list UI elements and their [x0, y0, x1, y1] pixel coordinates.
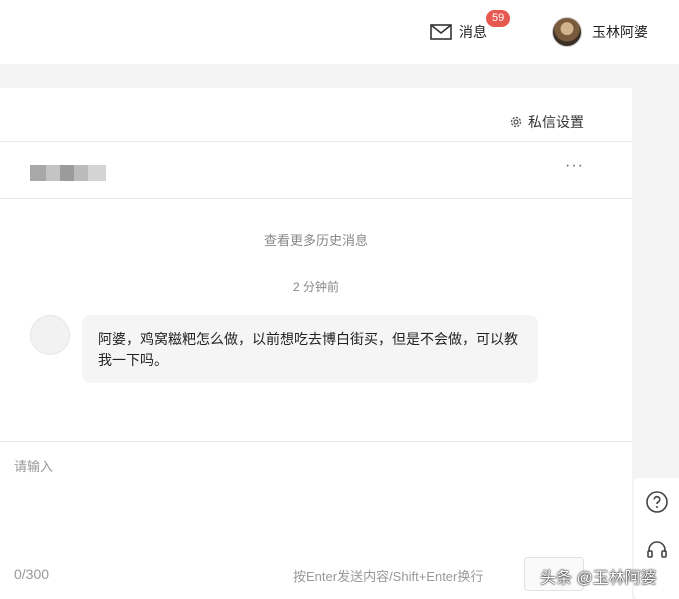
messages-label: 消息: [459, 24, 487, 40]
headset-icon[interactable]: [645, 538, 669, 562]
unread-badge: 59: [486, 10, 511, 27]
sender-avatar: [30, 315, 70, 355]
watermark: 头条 @玉林阿婆: [540, 570, 657, 587]
message-settings-button[interactable]: 私信设置: [509, 112, 584, 132]
load-history-link[interactable]: 查看更多历史消息: [0, 230, 632, 249]
chat-panel: 私信设置 ··· 查看更多历史消息 2 分钟前 阿婆，鸡窝糍粑怎么做，以前想吃去…: [0, 88, 632, 599]
user-name[interactable]: 玉林阿婆: [592, 22, 648, 42]
message-timestamp: 2 分钟前: [292, 280, 339, 294]
gear-icon: [510, 116, 522, 128]
top-header: 消息 59 玉林阿婆: [0, 0, 679, 64]
blurred-contact-name: [30, 165, 106, 181]
messages-link[interactable]: 消息 59: [430, 10, 511, 44]
char-counter: 0/300: [14, 566, 50, 582]
message-bubble: 阿婆，鸡窝糍粑怎么做，以前想吃去博白街买，但是不会做，可以教我一下吗。: [82, 315, 538, 383]
conversation-header: ···: [0, 143, 632, 199]
more-options-button[interactable]: ···: [565, 157, 584, 175]
message-input[interactable]: [14, 456, 614, 536]
settings-label: 私信设置: [528, 114, 584, 130]
send-hint: 按Enter发送内容/Shift+Enter换行: [293, 569, 484, 584]
user-menu[interactable]: 玉林阿婆: [552, 16, 648, 48]
help-icon[interactable]: [645, 490, 669, 514]
settings-row: 私信设置: [0, 88, 632, 142]
avatar[interactable]: [552, 17, 582, 47]
composer: 0/300 按Enter发送内容/Shift+Enter换行: [0, 441, 632, 599]
mail-icon: [430, 24, 452, 40]
